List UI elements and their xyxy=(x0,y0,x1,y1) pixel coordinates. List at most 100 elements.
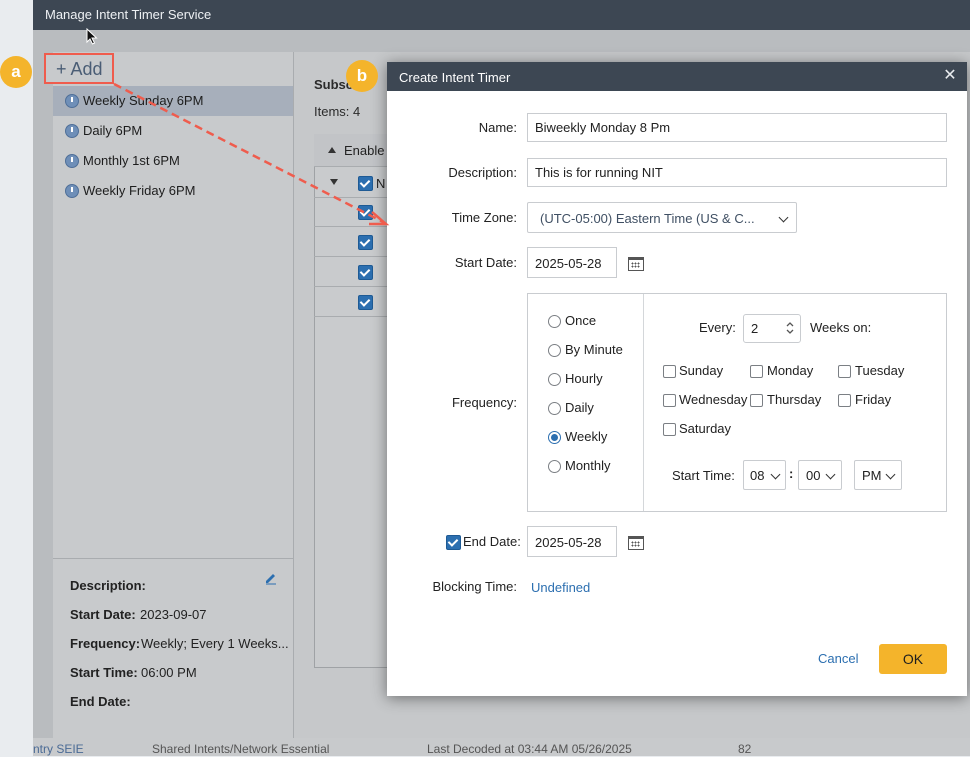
day-checkbox-friday[interactable] xyxy=(838,394,851,407)
timer-list-item-label: Weekly Friday 6PM xyxy=(83,183,196,198)
group-row-label: N xyxy=(376,176,386,191)
background-table-row: ntry SEIE Shared Intents/Network Essenti… xyxy=(33,738,970,756)
enable-checkbox[interactable] xyxy=(358,295,373,310)
footer-cell-decoded: Last Decoded at 03:44 AM 05/26/2025 xyxy=(427,742,632,756)
day-label: Monday xyxy=(767,363,814,378)
start-minute-select[interactable]: 00 xyxy=(798,460,842,490)
close-icon[interactable]: ✕ xyxy=(941,67,959,85)
timezone-select[interactable]: (UTC-05:00) Eastern Time (US & C... xyxy=(527,202,797,233)
details-start-time-label: Start Time: xyxy=(70,665,138,680)
footer-cell-name: ntry SEIE xyxy=(33,742,84,756)
items-count: Items: 4 xyxy=(314,104,361,119)
day-checkbox-wednesday[interactable] xyxy=(663,394,676,407)
description-label: Description: xyxy=(448,165,517,180)
day-checkbox-thursday[interactable] xyxy=(750,394,763,407)
description-field[interactable]: This is for running NIT xyxy=(527,158,947,187)
row-divider xyxy=(314,226,388,227)
timer-list-item-label: Daily 6PM xyxy=(83,123,143,138)
calendar-icon[interactable] xyxy=(628,536,644,550)
end-date-checkbox[interactable] xyxy=(446,535,461,550)
annotation-badge-b: b xyxy=(346,60,378,92)
start-hour-select[interactable]: 08 xyxy=(743,460,786,490)
details-frequency-value: Weekly; Every 1 Weeks... xyxy=(141,636,289,651)
annotation-badge-a: a xyxy=(0,56,32,88)
blocking-time-label: Blocking Time: xyxy=(432,579,517,594)
day-label: Tuesday xyxy=(855,363,905,378)
day-checkbox-saturday[interactable] xyxy=(663,423,676,436)
expand-group-icon[interactable] xyxy=(330,179,338,185)
footer-cell-path: Shared Intents/Network Essential xyxy=(152,742,330,756)
name-field-value: Biweekly Monday 8 Pm xyxy=(535,120,671,135)
start-hour-value: 08 xyxy=(750,468,765,483)
mouse-cursor-icon xyxy=(86,27,98,46)
edit-pencil-icon[interactable] xyxy=(264,571,278,585)
name-label: Name: xyxy=(478,120,517,135)
clock-icon xyxy=(65,124,79,138)
day-checkbox-sunday[interactable] xyxy=(663,365,676,378)
end-date-label: End Date: xyxy=(463,534,521,549)
frequency-radio-once[interactable] xyxy=(548,315,561,328)
timezone-label: Time Zone: xyxy=(451,210,517,225)
start-date-label: Start Date: xyxy=(454,255,517,270)
timezone-select-value: (UTC-05:00) Eastern Time (US & C... xyxy=(540,211,755,226)
day-checkbox-tuesday[interactable] xyxy=(838,365,851,378)
end-date-field-value: 2025-05-28 xyxy=(535,535,602,550)
enable-checkbox[interactable] xyxy=(358,265,373,280)
enable-checkbox[interactable] xyxy=(358,235,373,250)
timer-list-item-label: Monthly 1st 6PM xyxy=(83,153,180,168)
ok-button[interactable]: OK xyxy=(879,644,947,674)
every-stepper-value: 2 xyxy=(751,321,759,336)
description-field-value: This is for running NIT xyxy=(535,165,663,180)
chevron-down-icon xyxy=(825,469,836,480)
blocking-time-link[interactable]: Undefined xyxy=(531,580,590,595)
day-checkbox-monday[interactable] xyxy=(750,365,763,378)
manage-window-titlebar: Manage Intent Timer Service xyxy=(33,0,970,30)
collapse-arrow-icon[interactable] xyxy=(328,147,336,153)
frequency-radio-daily[interactable] xyxy=(548,402,561,415)
enable-checkbox[interactable] xyxy=(358,176,373,191)
clock-icon xyxy=(65,94,79,108)
chevron-down-icon xyxy=(778,212,789,223)
calendar-icon[interactable] xyxy=(628,257,644,271)
day-label: Friday xyxy=(855,392,892,407)
start-date-field[interactable]: 2025-05-28 xyxy=(527,247,617,278)
dialog-title: Create Intent Timer xyxy=(399,70,511,85)
enable-column-header[interactable]: Enable xyxy=(344,143,384,158)
frequency-radio-by-minute[interactable] xyxy=(548,344,561,357)
end-date-field[interactable]: 2025-05-28 xyxy=(527,526,617,557)
subscriptions-table xyxy=(314,134,390,668)
stepper-arrows-icon[interactable] xyxy=(784,319,796,337)
clock-icon xyxy=(65,184,79,198)
name-field[interactable]: Biweekly Monday 8 Pm xyxy=(527,113,947,142)
timer-list-item[interactable]: Weekly Sunday 6PM xyxy=(53,86,293,116)
row-divider xyxy=(314,316,388,317)
frequency-divider xyxy=(643,294,644,511)
frequency-option-label: Daily xyxy=(565,400,594,415)
every-stepper[interactable]: 2 xyxy=(743,314,801,343)
timer-list-item[interactable]: Monthly 1st 6PM xyxy=(53,146,293,176)
day-label: Thursday xyxy=(767,392,822,407)
timer-list-item[interactable]: Daily 6PM xyxy=(53,116,293,146)
dialog-header: Create Intent Timer ✕ xyxy=(387,62,967,91)
row-divider xyxy=(314,256,388,257)
day-label: Sunday xyxy=(679,363,724,378)
frequency-radio-weekly[interactable] xyxy=(548,431,561,444)
day-label: Saturday xyxy=(679,421,732,436)
time-separator: : xyxy=(789,466,794,481)
every-label: Every: xyxy=(699,320,736,335)
details-start-date-label: Start Date: xyxy=(70,607,136,622)
timer-list-item[interactable]: Weekly Friday 6PM xyxy=(53,176,293,206)
start-ampm-select[interactable]: PM xyxy=(854,460,902,490)
frequency-option-label: Weekly xyxy=(565,429,608,444)
frequency-option-label: Hourly xyxy=(565,371,603,386)
start-ampm-value: PM xyxy=(862,468,882,483)
cancel-button[interactable]: Cancel xyxy=(818,651,858,666)
day-label: Wednesday xyxy=(679,392,748,407)
frequency-radio-hourly[interactable] xyxy=(548,373,561,386)
add-timer-button[interactable]: + Add xyxy=(44,53,114,84)
frequency-option-label: Once xyxy=(565,313,597,328)
details-description-label: Description: xyxy=(70,578,146,593)
enable-checkbox[interactable] xyxy=(358,205,373,220)
weeks-on-label: Weeks on: xyxy=(810,320,872,335)
frequency-radio-monthly[interactable] xyxy=(548,460,561,473)
